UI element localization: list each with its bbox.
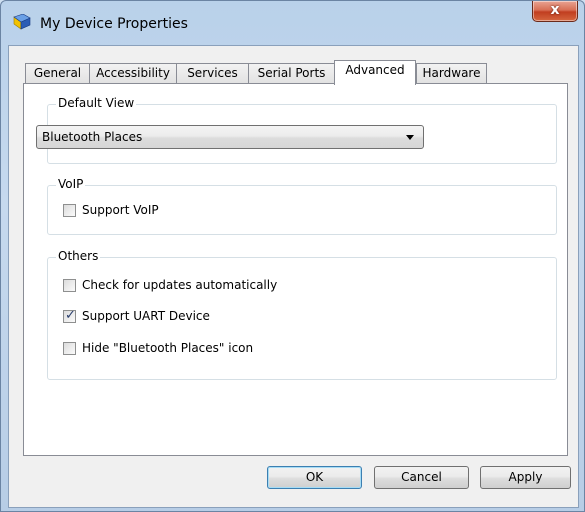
support-voip-checkbox[interactable] [63, 204, 76, 217]
chevron-down-icon [406, 135, 414, 140]
voip-group-title: VoIP [56, 177, 86, 191]
hide-icon-label: Hide "Bluetooth Places" icon [82, 341, 254, 355]
close-icon: x [550, 2, 560, 18]
close-button[interactable]: x [532, 1, 578, 22]
tab-serial-ports[interactable]: Serial Ports [248, 63, 335, 83]
title-bar[interactable]: My Device Properties x [1, 1, 584, 45]
support-uart-checkbox[interactable]: ✓ [63, 308, 76, 323]
others-group-title: Others [56, 249, 101, 263]
default-view-group-title: Default View [56, 96, 137, 110]
cancel-button[interactable]: Cancel [374, 466, 469, 489]
apply-button[interactable]: Apply [480, 466, 571, 489]
support-uart-label: Support UART Device [82, 309, 210, 323]
tab-services[interactable]: Services [176, 63, 249, 83]
default-view-select[interactable]: Bluetooth Places [36, 125, 424, 149]
support-voip-label: Support VoIP [82, 203, 159, 217]
checkmark-icon: ✓ [65, 308, 76, 323]
check-updates-checkbox[interactable] [63, 279, 76, 292]
ok-button[interactable]: OK [267, 466, 362, 489]
default-view-selected-value: Bluetooth Places [42, 130, 143, 144]
tab-hardware[interactable]: Hardware [416, 63, 487, 83]
tab-accessibility[interactable]: Accessibility [89, 63, 177, 83]
check-updates-label: Check for updates automatically [82, 278, 278, 292]
bluetooth-device-icon [13, 14, 31, 30]
tab-general[interactable]: General [25, 63, 90, 83]
window-title: My Device Properties [40, 16, 188, 32]
hide-icon-checkbox[interactable] [63, 342, 76, 355]
tab-advanced[interactable]: Advanced [334, 60, 416, 85]
